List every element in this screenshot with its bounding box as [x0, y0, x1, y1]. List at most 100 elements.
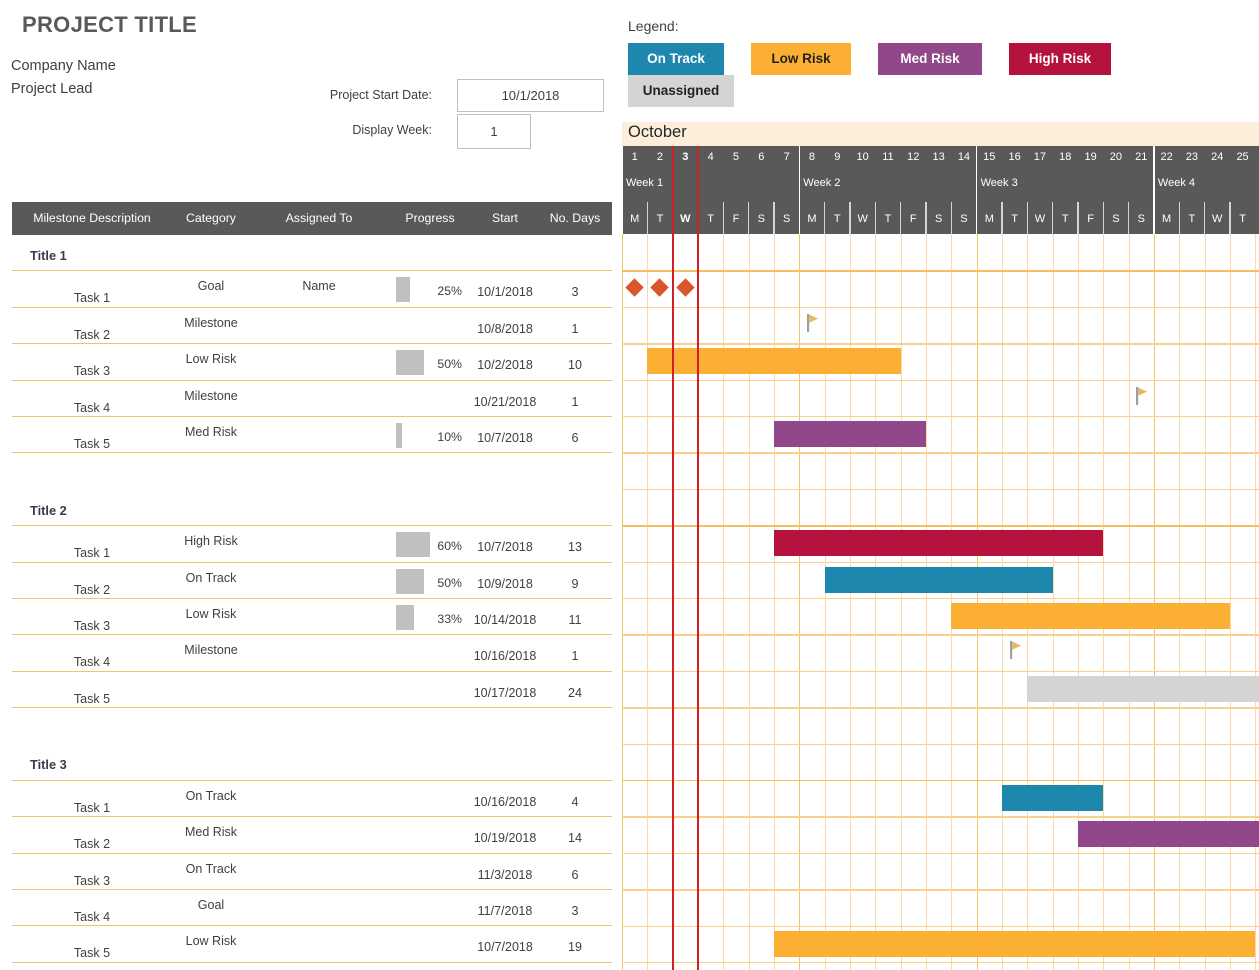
date-header-day-divider	[1178, 202, 1181, 234]
today-marker-line-2	[697, 146, 700, 970]
gantt-goal-diamond[interactable]	[625, 278, 644, 298]
cell-milestone-description: Task 2	[73, 582, 111, 597]
grid-row-line	[622, 707, 1259, 709]
cell-start-date: 10/7/2018	[477, 940, 533, 955]
column-header-assigned-to[interactable]: Assigned To	[250, 202, 388, 235]
table-row[interactable]: Task 3 On Track 11/3/2018 6	[12, 854, 612, 891]
date-header-dow-17: W	[1034, 213, 1046, 225]
date-header-day-divider	[925, 202, 927, 234]
table-row[interactable]: Task 3 Low Risk 50% 10/2/2018 10	[12, 344, 612, 381]
date-header-week-divider	[975, 146, 978, 234]
gantt-milestone-flag-icon[interactable]	[1136, 386, 1148, 405]
cell-category: Med Risk	[184, 825, 238, 840]
spacer-row	[12, 962, 612, 970]
gantt-bar-low-risk[interactable]	[773, 930, 1256, 957]
cell-start-date: 10/1/2018	[477, 285, 533, 300]
task-table-body: Title 1 Task 1 Goal Name 25% 10/1/2018 3 Task 2…	[12, 235, 612, 970]
gantt-bar-on-track[interactable]	[1001, 785, 1104, 811]
date-header-week-label-2: Week 2	[803, 177, 841, 189]
date-header-week-label-1: Week 1	[626, 177, 664, 189]
gantt-milestone-flag-icon[interactable]	[806, 313, 819, 332]
table-row[interactable]: Task 2 On Track 50% 10/9/2018 9	[12, 563, 612, 599]
table-row[interactable]: Task 4 Milestone 10/21/2018 1	[12, 381, 612, 417]
table-row[interactable]: Task 2 Med Risk 10/19/2018 14	[12, 817, 612, 854]
grid-row-line	[622, 925, 1259, 927]
group-row[interactable]: Title 1	[12, 235, 612, 272]
group-row[interactable]: Title 2	[12, 490, 612, 527]
cell-no-days: 24	[568, 685, 582, 700]
grid-row-line	[622, 634, 1259, 636]
column-header-start[interactable]: Start	[472, 202, 538, 235]
gantt-milestone-flag-icon[interactable]	[1009, 641, 1022, 660]
grid-row-line	[622, 889, 1259, 891]
column-header-milestone-description[interactable]: Milestone Description	[12, 202, 172, 235]
date-header-day-divider	[1102, 202, 1105, 234]
cell-progress	[388, 308, 472, 344]
date-header-day-divider	[1077, 202, 1079, 234]
date-header-dow-1: M	[630, 213, 640, 225]
cell-category: Milestone	[184, 388, 238, 403]
table-row[interactable]: Task 5 Med Risk 10% 10/7/2018 6	[12, 417, 612, 454]
gantt-bar-med-risk[interactable]	[1077, 821, 1259, 848]
table-row[interactable]: Task 4 Milestone 10/16/2018 1	[12, 635, 612, 672]
gantt-bar-low-risk[interactable]	[647, 348, 901, 375]
cell-milestone-description: Task 3	[73, 618, 111, 633]
cell-category: Low Risk	[185, 352, 237, 367]
table-row[interactable]: Task 2 Milestone 10/8/2018 1	[12, 308, 612, 345]
table-row[interactable]: Task 1 Goal Name 25% 10/1/2018 3	[12, 271, 612, 308]
cell-progress	[388, 817, 472, 853]
progress-value: 10%	[437, 429, 462, 444]
date-header-dow-8: M	[807, 213, 817, 225]
date-header-day-6: 6	[758, 151, 765, 163]
cell-milestone-description: Task 4	[73, 655, 111, 670]
date-header-dow-22: M	[1162, 213, 1172, 225]
group-row[interactable]: Title 3	[12, 744, 612, 781]
date-header-day-19: 19	[1084, 151, 1097, 163]
date-header-dow-5: F	[732, 213, 740, 225]
cell-start-date: 10/16/2018	[473, 649, 537, 664]
column-header-progress[interactable]: Progress	[388, 202, 472, 235]
month-label: October	[628, 123, 687, 141]
cell-no-days: 9	[571, 576, 579, 591]
company-name: Company Name	[11, 58, 116, 74]
display-week-input[interactable]: 1	[457, 114, 531, 149]
date-header-day-25: 25	[1236, 151, 1249, 163]
cell-category: On Track	[185, 570, 237, 585]
table-row[interactable]: Task 1 On Track 10/16/2018 4	[12, 781, 612, 818]
gantt-bar-on-track[interactable]	[824, 566, 1053, 593]
gantt-grid	[622, 234, 1259, 970]
table-row[interactable]: Task 4 Goal 11/7/2018 3	[12, 890, 612, 927]
table-row[interactable]: Task 5 Low Risk 10/7/2018 19	[12, 926, 612, 963]
gantt-bar-low-risk[interactable]	[951, 603, 1230, 629]
date-header-day-1: 1	[631, 151, 638, 163]
table-row[interactable]: Task 1 High Risk 60% 10/7/2018 13	[12, 526, 612, 563]
cell-start-date: 10/2/2018	[477, 358, 533, 373]
gantt-bar-high-risk[interactable]	[773, 530, 1104, 557]
date-header-day-8: 8	[808, 151, 816, 163]
gantt-goal-diamond[interactable]	[676, 278, 695, 298]
date-header-dow-15: M	[984, 213, 994, 225]
project-start-date-input[interactable]: 10/1/2018	[457, 79, 604, 112]
cell-start-date: 10/17/2018	[473, 685, 537, 700]
date-header-dow-24: W	[1212, 213, 1223, 225]
date-header-day-14: 14	[957, 151, 971, 163]
date-header-day-divider	[1001, 202, 1003, 234]
gantt-bar-unassigned[interactable]	[1027, 675, 1259, 702]
date-header-day-16: 16	[1008, 151, 1021, 163]
gantt-goal-diamond[interactable]	[650, 278, 670, 298]
cell-start-date: 10/16/2018	[473, 794, 537, 809]
date-header-day-divider	[1229, 202, 1231, 234]
column-header-category[interactable]: Category	[172, 202, 250, 235]
date-header-dow-9: T	[833, 213, 841, 225]
cell-no-days: 14	[568, 831, 582, 846]
table-row[interactable]: Task 3 Low Risk 33% 10/14/2018 11	[12, 599, 612, 636]
cell-category: Goal	[197, 898, 225, 913]
date-header-day-4: 4	[707, 151, 714, 163]
column-header-no-days[interactable]: No. Days	[538, 202, 612, 235]
gantt-bar-med-risk[interactable]	[773, 421, 926, 447]
cell-no-days: 4	[571, 794, 579, 809]
date-header-day-divider	[874, 202, 877, 234]
cell-category: Low Risk	[185, 606, 237, 621]
grid-row-line	[622, 525, 1259, 527]
table-row[interactable]: Task 5 10/17/2018 24	[12, 672, 612, 709]
